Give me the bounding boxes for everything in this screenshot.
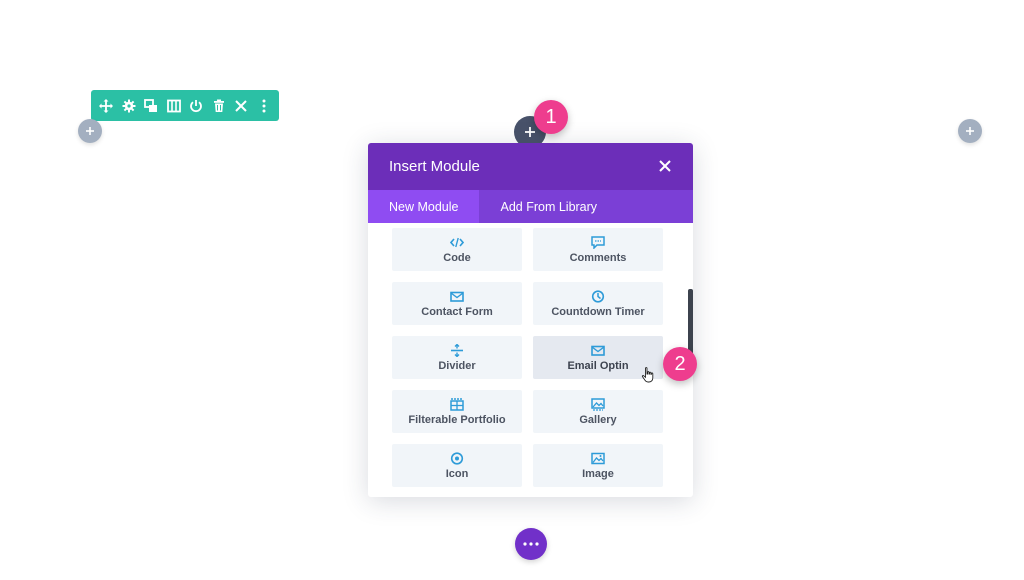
module-divider[interactable]: Divider	[392, 336, 522, 379]
more-options-button[interactable]	[515, 528, 547, 560]
module-label: Image	[582, 467, 614, 480]
plus-icon	[86, 127, 94, 135]
gallery-icon	[591, 397, 606, 411]
modal-title: Insert Module	[389, 158, 480, 175]
module-gallery[interactable]: Gallery	[533, 390, 663, 433]
module-label: Email Optin	[567, 359, 629, 372]
more-vertical-icon[interactable]	[255, 97, 273, 115]
code-icon	[450, 236, 465, 249]
scrollbar[interactable]	[688, 289, 693, 355]
add-column-left-button[interactable]	[78, 119, 102, 143]
columns-icon[interactable]	[165, 97, 183, 115]
circle-icon	[450, 451, 465, 465]
comments-icon	[591, 235, 606, 249]
settings-icon[interactable]	[120, 97, 138, 115]
delete-icon[interactable]	[210, 97, 228, 115]
more-horizontal-icon	[523, 542, 539, 546]
module-filterable-portfolio[interactable]: Filterable Portfolio	[392, 390, 522, 433]
callout-badge-2: 2	[663, 347, 697, 381]
builder-canvas: Insert Module New Module Add From Librar…	[0, 0, 1024, 580]
row-toolbar	[91, 90, 279, 121]
module-label: Code	[443, 251, 471, 264]
close-icon	[659, 159, 671, 172]
module-label: Icon	[445, 467, 469, 480]
envelope-icon	[591, 344, 606, 357]
tab-add-from-library[interactable]: Add From Library	[479, 190, 618, 223]
envelope-icon	[450, 290, 465, 303]
modal-tabs: New Module Add From Library	[368, 190, 693, 223]
close-modal-button[interactable]	[659, 159, 673, 174]
module-label: Countdown Timer	[551, 305, 645, 318]
image-icon	[591, 452, 606, 465]
timer-icon	[591, 289, 606, 303]
portfolio-icon	[450, 397, 465, 411]
module-countdown-timer[interactable]: Countdown Timer	[533, 282, 663, 325]
plus-icon	[966, 127, 974, 135]
insert-module-modal: Insert Module New Module Add From Librar…	[368, 143, 693, 497]
save-icon[interactable]	[187, 97, 205, 115]
module-image[interactable]: Image	[533, 444, 663, 487]
move-icon[interactable]	[97, 97, 115, 115]
hand-cursor-icon	[641, 367, 654, 383]
module-label: Gallery	[579, 413, 617, 426]
tab-new-module[interactable]: New Module	[368, 190, 480, 223]
module-list: Code Comments Contact Form Countdown Tim…	[392, 228, 664, 487]
module-comments[interactable]: Comments	[533, 228, 663, 271]
module-label: Filterable Portfolio	[408, 413, 506, 426]
duplicate-icon[interactable]	[142, 97, 160, 115]
close-icon[interactable]	[232, 97, 250, 115]
module-icon[interactable]: Icon	[392, 444, 522, 487]
callout-badge-1: 1	[534, 100, 568, 134]
divider-icon	[450, 343, 465, 357]
module-code[interactable]: Code	[392, 228, 522, 271]
modal-header: Insert Module	[368, 143, 693, 190]
module-label: Contact Form	[421, 305, 493, 318]
add-column-right-button[interactable]	[958, 119, 982, 143]
module-label: Divider	[438, 359, 476, 372]
module-label: Comments	[569, 251, 627, 264]
plus-icon	[525, 127, 535, 137]
module-contact-form[interactable]: Contact Form	[392, 282, 522, 325]
